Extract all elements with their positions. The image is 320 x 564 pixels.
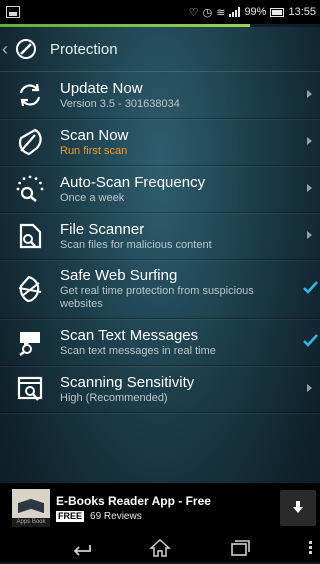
- list-item-subtitle: Version 3.5 - 301638034: [60, 97, 180, 110]
- scan-shield-icon: [18, 128, 42, 156]
- overflow-menu-button[interactable]: [309, 541, 312, 556]
- ad-banner[interactable]: Apps Book E-Books Reader App - Free FREE…: [0, 483, 320, 533]
- auto-scan-icon-wrap: [8, 169, 52, 209]
- scan-sms-checkbox[interactable]: [302, 333, 318, 349]
- ad-reviews: 69 Reviews: [90, 511, 142, 522]
- list-item-file-scanner[interactable]: File Scanner Scan files for malicious co…: [0, 213, 320, 260]
- app-screen: ♡ ◷ ≋ 99% 13:55 ‹ Protection Update Now …: [0, 0, 320, 562]
- list-item-text: File Scanner Scan files for malicious co…: [60, 221, 320, 252]
- sensitivity-icon-wrap: [8, 369, 52, 409]
- list-item-text: Safe Web Surfing Get real time protectio…: [60, 267, 320, 311]
- web-shield-icon: [18, 275, 42, 303]
- sensitivity-window-icon: [17, 376, 43, 401]
- chevron-right-icon: [307, 231, 312, 239]
- checkmark-icon: [303, 334, 318, 347]
- open-book-icon: [18, 498, 31, 514]
- list-item-text: Update Now Version 3.5 - 301638034: [60, 80, 320, 111]
- list-item-subtitle-warning: Run first scan: [60, 144, 128, 157]
- dot: [309, 541, 312, 544]
- free-badge: FREE: [56, 511, 85, 522]
- list-item-title: Scanning Sensitivity: [60, 373, 195, 391]
- status-bar: ♡ ◷ ≋ 99% 13:55: [0, 0, 320, 24]
- list-item-subtitle: Get real time protection from suspicious…: [60, 285, 254, 310]
- text-messages-icon-wrap: [8, 322, 52, 362]
- file-magnifier-icon: [19, 223, 42, 249]
- list-item-safe-web-surfing[interactable]: Safe Web Surfing Get real time protectio…: [0, 260, 320, 319]
- list-item-scanning-sensitivity[interactable]: Scanning Sensitivity High (Recommended): [0, 366, 320, 413]
- page-title: Protection: [50, 40, 118, 58]
- battery-percent: 99%: [244, 6, 267, 18]
- action-bar: ‹ Protection: [0, 27, 320, 72]
- list-item-title: Scan Now: [60, 126, 129, 144]
- ebook-app-thumbnail: Apps Book: [12, 489, 50, 527]
- list-item-title: Safe Web Surfing: [60, 267, 178, 284]
- list-item-title: File Scanner: [60, 220, 145, 238]
- download-arrow-icon: [293, 501, 303, 513]
- list-item-text: Scan Text Messages Scan text messages in…: [60, 327, 320, 358]
- ad-title: E-Books Reader App - Free: [56, 494, 211, 508]
- chevron-right-icon: [307, 184, 312, 192]
- message-magnifier-icon: [19, 332, 40, 356]
- back-button[interactable]: [70, 537, 94, 559]
- list-item-title: Update Now: [60, 79, 143, 97]
- file-scanner-icon-wrap: [8, 216, 52, 256]
- protection-shield-icon[interactable]: [14, 37, 38, 61]
- list-item-subtitle: Scan text messages in real time: [60, 344, 216, 357]
- list-item-update-now[interactable]: Update Now Version 3.5 - 301638034: [0, 72, 320, 119]
- dot: [309, 546, 312, 549]
- screenshot-notification-icon: [6, 6, 20, 18]
- open-book-icon-right: [31, 498, 44, 514]
- list-item-subtitle: High (Recommended): [60, 391, 168, 404]
- signal-icon: [229, 7, 241, 17]
- recent-apps-icon: [231, 540, 250, 556]
- dotted-magnifier-icon: [16, 175, 44, 203]
- recent-apps-button[interactable]: [228, 537, 252, 559]
- clock: 13:55: [288, 6, 316, 18]
- ad-text: E-Books Reader App - Free FREE 69 Review…: [56, 494, 280, 522]
- checkmark-icon: [303, 281, 318, 294]
- download-button[interactable]: [280, 490, 316, 526]
- list-item-text: Auto-Scan Frequency Once a week: [60, 174, 320, 205]
- list-item-auto-scan-frequency[interactable]: Auto-Scan Frequency Once a week: [0, 166, 320, 213]
- list-item-text: Scan Now Run first scan: [60, 127, 320, 158]
- list-item-scan-now[interactable]: Scan Now Run first scan: [0, 119, 320, 166]
- chevron-right-icon: [307, 384, 312, 392]
- heart-shield-icon: ♡: [188, 6, 199, 19]
- wifi-icon: ≋: [216, 6, 226, 19]
- list-item-text: Scanning Sensitivity High (Recommended): [60, 374, 320, 405]
- chevron-right-icon: [307, 137, 312, 145]
- update-icon-wrap: [8, 75, 52, 115]
- navigation-bar: [0, 533, 320, 562]
- back-arrow-icon: [73, 545, 91, 556]
- dot: [309, 551, 312, 554]
- list-item-subtitle: Once a week: [60, 191, 125, 204]
- scan-icon-wrap: [8, 122, 52, 162]
- home-button[interactable]: [148, 537, 172, 559]
- settings-list: Update Now Version 3.5 - 301638034 Scan …: [0, 72, 320, 413]
- refresh-icon: [19, 83, 41, 107]
- ad-meta: FREE 69 Reviews: [56, 511, 280, 522]
- home-icon: [149, 538, 171, 557]
- list-item-scan-text-messages[interactable]: Scan Text Messages Scan text messages in…: [0, 319, 320, 366]
- status-bar-left: [0, 6, 20, 18]
- status-bar-right: ♡ ◷ ≋ 99% 13:55: [189, 6, 320, 19]
- list-item-title: Scan Text Messages: [60, 326, 199, 344]
- safe-web-checkbox[interactable]: [302, 280, 318, 296]
- web-surfing-icon-wrap: [8, 269, 52, 309]
- battery-icon: [270, 7, 285, 17]
- alarm-clock-icon: ◷: [202, 6, 213, 19]
- thumbnail-caption: Apps Book: [12, 518, 50, 527]
- list-item-subtitle: Scan files for malicious content: [60, 238, 212, 251]
- chevron-right-icon: [307, 90, 312, 98]
- list-item-title: Auto-Scan Frequency: [60, 173, 206, 191]
